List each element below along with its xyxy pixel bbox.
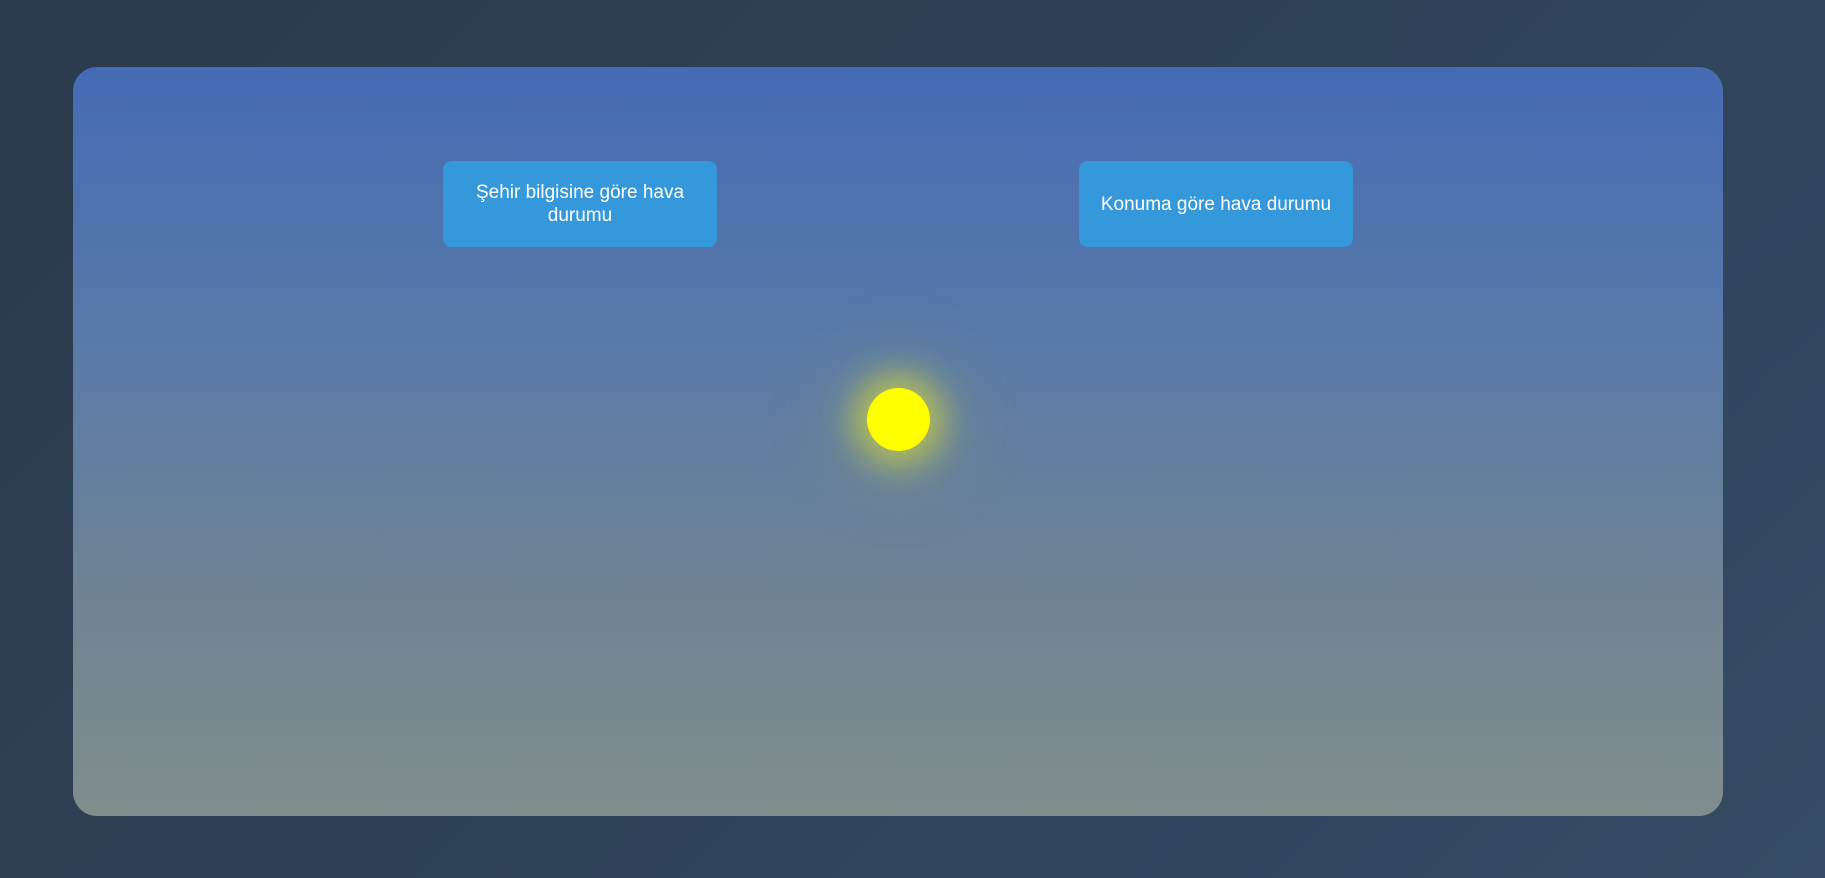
weather-card: Şehir bilgisine göre hava durumu Konuma … [73, 67, 1723, 816]
city-weather-button[interactable]: Şehir bilgisine göre hava durumu [443, 161, 717, 247]
sun-icon [867, 388, 930, 451]
location-weather-button[interactable]: Konuma göre hava durumu [1079, 161, 1353, 247]
